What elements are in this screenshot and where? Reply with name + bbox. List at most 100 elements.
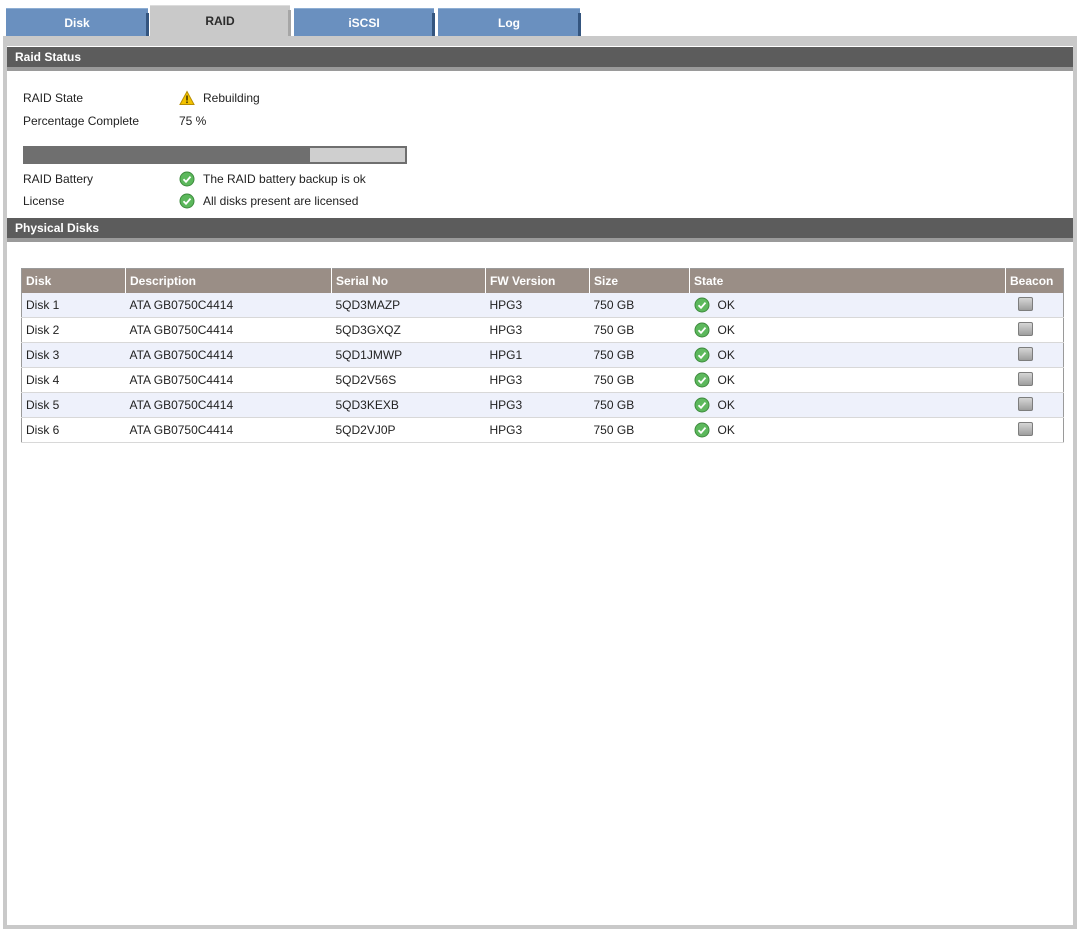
- license-text: All disks present are licensed: [203, 194, 359, 208]
- column-header-state[interactable]: State: [689, 268, 1006, 293]
- fw-cell: HPG3: [485, 367, 590, 393]
- tab-log[interactable]: Log: [438, 8, 581, 36]
- physical-disks-table: Disk Description Serial No FW Version Si…: [21, 268, 1064, 443]
- beacon-button[interactable]: [1017, 396, 1033, 411]
- beacon-cell: [1005, 293, 1064, 318]
- raid-battery-row: RAID Battery The RAID battery backup is …: [23, 170, 366, 188]
- disk-cell: Disk 2: [21, 317, 126, 343]
- serial-cell: 5QD3GXQZ: [331, 317, 486, 343]
- beacon-button[interactable]: [1017, 371, 1033, 386]
- raid-battery-label: RAID Battery: [23, 172, 94, 186]
- raid-battery-value: The RAID battery backup is ok: [179, 171, 366, 187]
- state-text: OK: [717, 423, 735, 437]
- check-circle-icon: [694, 322, 709, 338]
- column-header-disk[interactable]: Disk: [21, 268, 126, 293]
- physical-disks-header: Physical Disks: [7, 218, 1073, 242]
- serial-cell: 5QD1JMWP: [331, 342, 486, 368]
- physical-disks-title: Physical Disks: [15, 221, 100, 235]
- fw-cell: HPG3: [485, 417, 590, 443]
- state-text: OK: [717, 398, 735, 412]
- raid-state-text: Rebuilding: [203, 91, 260, 105]
- table-row: Disk 6 ATA GB0750C4414 5QD2VJ0P HPG3 750…: [21, 417, 1064, 443]
- fw-cell: HPG1: [485, 342, 590, 368]
- check-circle-icon: [694, 297, 709, 313]
- tab-iscsi[interactable]: iSCSI: [294, 8, 435, 36]
- description-cell: ATA GB0750C4414: [125, 392, 332, 418]
- description-cell: ATA GB0750C4414: [125, 293, 332, 318]
- tab-raid[interactable]: RAID: [150, 5, 291, 36]
- disk-cell: Disk 1: [21, 293, 126, 318]
- rebuild-progress-bar: [23, 146, 407, 164]
- license-label: License: [23, 194, 65, 208]
- serial-cell: 5QD2VJ0P: [331, 417, 486, 443]
- size-cell: 750 GB: [589, 367, 690, 393]
- description-cell: ATA GB0750C4414: [125, 342, 332, 368]
- state-cell: OK: [689, 417, 1006, 443]
- table-row: Disk 3 ATA GB0750C4414 5QD1JMWP HPG1 750…: [21, 342, 1064, 368]
- state-cell: OK: [689, 293, 1006, 318]
- state-cell: OK: [689, 342, 1006, 368]
- raid-battery-text: The RAID battery backup is ok: [203, 172, 366, 186]
- tab-label: Log: [498, 15, 520, 30]
- check-circle-icon: [694, 372, 709, 388]
- table-row: Disk 2 ATA GB0750C4414 5QD3GXQZ HPG3 750…: [21, 317, 1064, 343]
- warning-icon: [179, 90, 195, 105]
- table-row: Disk 5 ATA GB0750C4414 5QD3KEXB HPG3 750…: [21, 392, 1064, 418]
- description-cell: ATA GB0750C4414: [125, 367, 332, 393]
- tab-disk[interactable]: Disk: [6, 8, 149, 36]
- size-cell: 750 GB: [589, 317, 690, 343]
- table-row: Disk 4 ATA GB0750C4414 5QD2V56S HPG3 750…: [21, 367, 1064, 393]
- size-cell: 750 GB: [589, 417, 690, 443]
- beacon-cell: [1005, 317, 1064, 343]
- check-circle-icon: [179, 171, 195, 187]
- table-header-row: Disk Description Serial No FW Version Si…: [21, 268, 1064, 293]
- raid-state-value: Rebuilding: [179, 90, 260, 106]
- description-cell: ATA GB0750C4414: [125, 417, 332, 443]
- state-cell: OK: [689, 367, 1006, 393]
- beacon-button[interactable]: [1017, 346, 1033, 361]
- beacon-cell: [1005, 417, 1064, 443]
- state-text: OK: [717, 323, 735, 337]
- column-header-size[interactable]: Size: [589, 268, 690, 293]
- check-circle-icon: [179, 193, 195, 209]
- state-cell: OK: [689, 392, 1006, 418]
- size-cell: 750 GB: [589, 392, 690, 418]
- column-header-serial[interactable]: Serial No: [331, 268, 486, 293]
- tab-label: Disk: [64, 15, 90, 30]
- table-row: Disk 1 ATA GB0750C4414 5QD3MAZP HPG3 750…: [21, 293, 1064, 318]
- raid-state-label: RAID State: [23, 91, 84, 105]
- description-cell: ATA GB0750C4414: [125, 317, 332, 343]
- disk-cell: Disk 5: [21, 392, 126, 418]
- fw-cell: HPG3: [485, 293, 590, 318]
- percent-complete-label: Percentage Complete: [23, 114, 140, 128]
- serial-cell: 5QD3MAZP: [331, 293, 486, 318]
- percent-complete-value: 75 %: [179, 114, 207, 128]
- content-frame: Raid Status RAID State Rebuilding Percen…: [3, 36, 1077, 929]
- serial-cell: 5QD3KEXB: [331, 392, 486, 418]
- rebuild-progress-fill: [25, 148, 310, 162]
- size-cell: 750 GB: [589, 293, 690, 318]
- column-header-description[interactable]: Description: [125, 268, 332, 293]
- raid-status-title: Raid Status: [15, 50, 82, 64]
- disk-cell: Disk 4: [21, 367, 126, 393]
- check-circle-icon: [694, 397, 709, 413]
- state-cell: OK: [689, 317, 1006, 343]
- size-cell: 750 GB: [589, 342, 690, 368]
- license-row: License All disks present are licensed: [23, 192, 358, 210]
- state-text: OK: [717, 348, 735, 362]
- column-header-fw-version[interactable]: FW Version: [485, 268, 590, 293]
- tab-label: iSCSI: [348, 15, 380, 30]
- check-circle-icon: [694, 422, 709, 438]
- fw-cell: HPG3: [485, 317, 590, 343]
- beacon-cell: [1005, 367, 1064, 393]
- tab-bar: Disk RAID iSCSI Log: [0, 0, 1082, 36]
- beacon-button[interactable]: [1017, 296, 1033, 311]
- beacon-button[interactable]: [1017, 321, 1033, 336]
- percent-complete-row: Percentage Complete 75 %: [23, 112, 206, 130]
- state-text: OK: [717, 298, 735, 312]
- column-header-beacon[interactable]: Beacon: [1005, 268, 1064, 293]
- tab-label: RAID: [205, 14, 235, 28]
- beacon-button[interactable]: [1017, 421, 1033, 436]
- state-text: OK: [717, 373, 735, 387]
- fw-cell: HPG3: [485, 392, 590, 418]
